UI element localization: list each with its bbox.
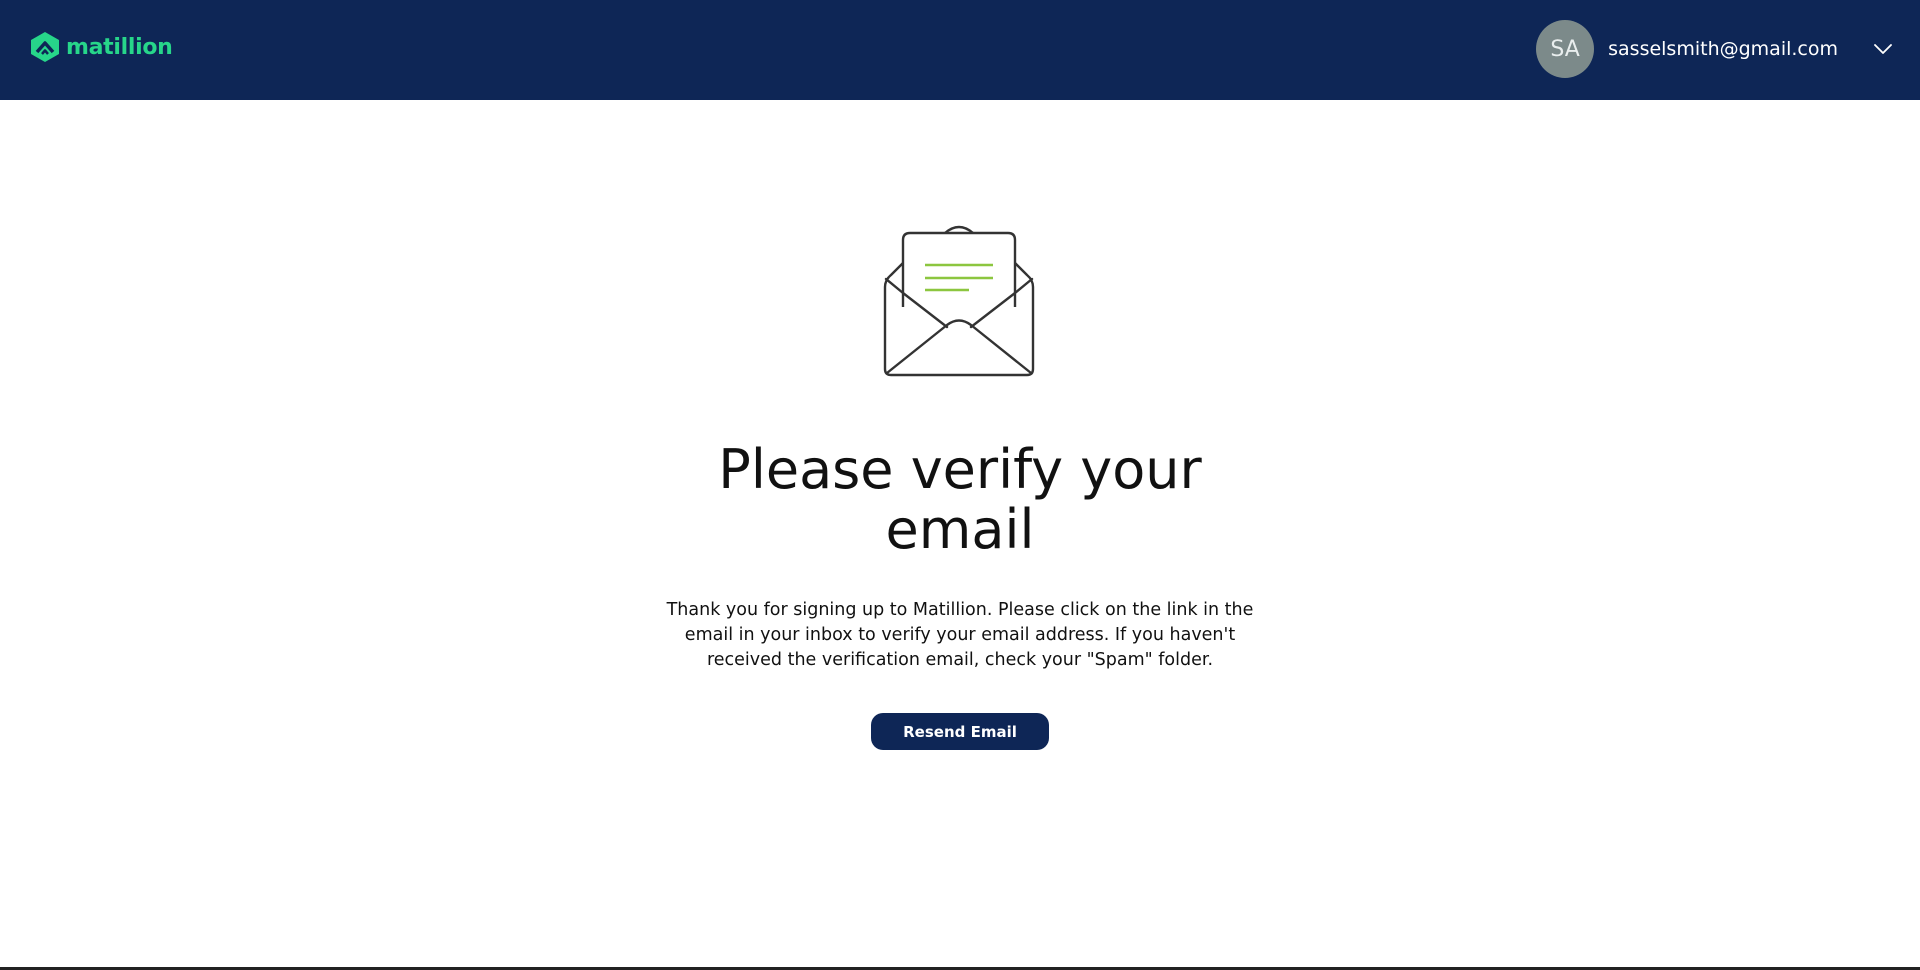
message-line-3: received the verification email, check y… [706,650,1214,670]
avatar[interactable]: SA [1536,20,1595,78]
open-envelope-icon [883,225,1035,377]
page-title-line-2: email [885,498,1035,561]
resend-email-button[interactable]: Resend Email [871,713,1049,750]
top-nav-bar: matillion SA sasselsmith@gmail.com [0,0,1920,100]
user-email[interactable]: sasselsmith@gmail.com [1608,38,1838,60]
message-line-1: Thank you for signing up to Matillion. P… [666,600,1254,620]
verify-email-panel: Please verify your email Thank you for s… [0,100,1920,966]
message-line-2: email in your inbox to verify your email… [684,625,1236,645]
chevron-down-icon [1874,43,1892,54]
matillion-logo-icon [31,32,59,62]
verification-message: Thank you for signing up to Matillion. P… [660,598,1260,673]
user-account-area[interactable]: SA sasselsmith@gmail.com [1536,20,1920,78]
logo-wordmark: matillion [66,34,173,60]
page-title: Please verify your email [560,440,1360,560]
user-menu-toggle[interactable] [1872,38,1894,60]
matillion-logo[interactable]: matillion [30,28,173,66]
page-title-line-1: Please verify your [718,438,1202,501]
